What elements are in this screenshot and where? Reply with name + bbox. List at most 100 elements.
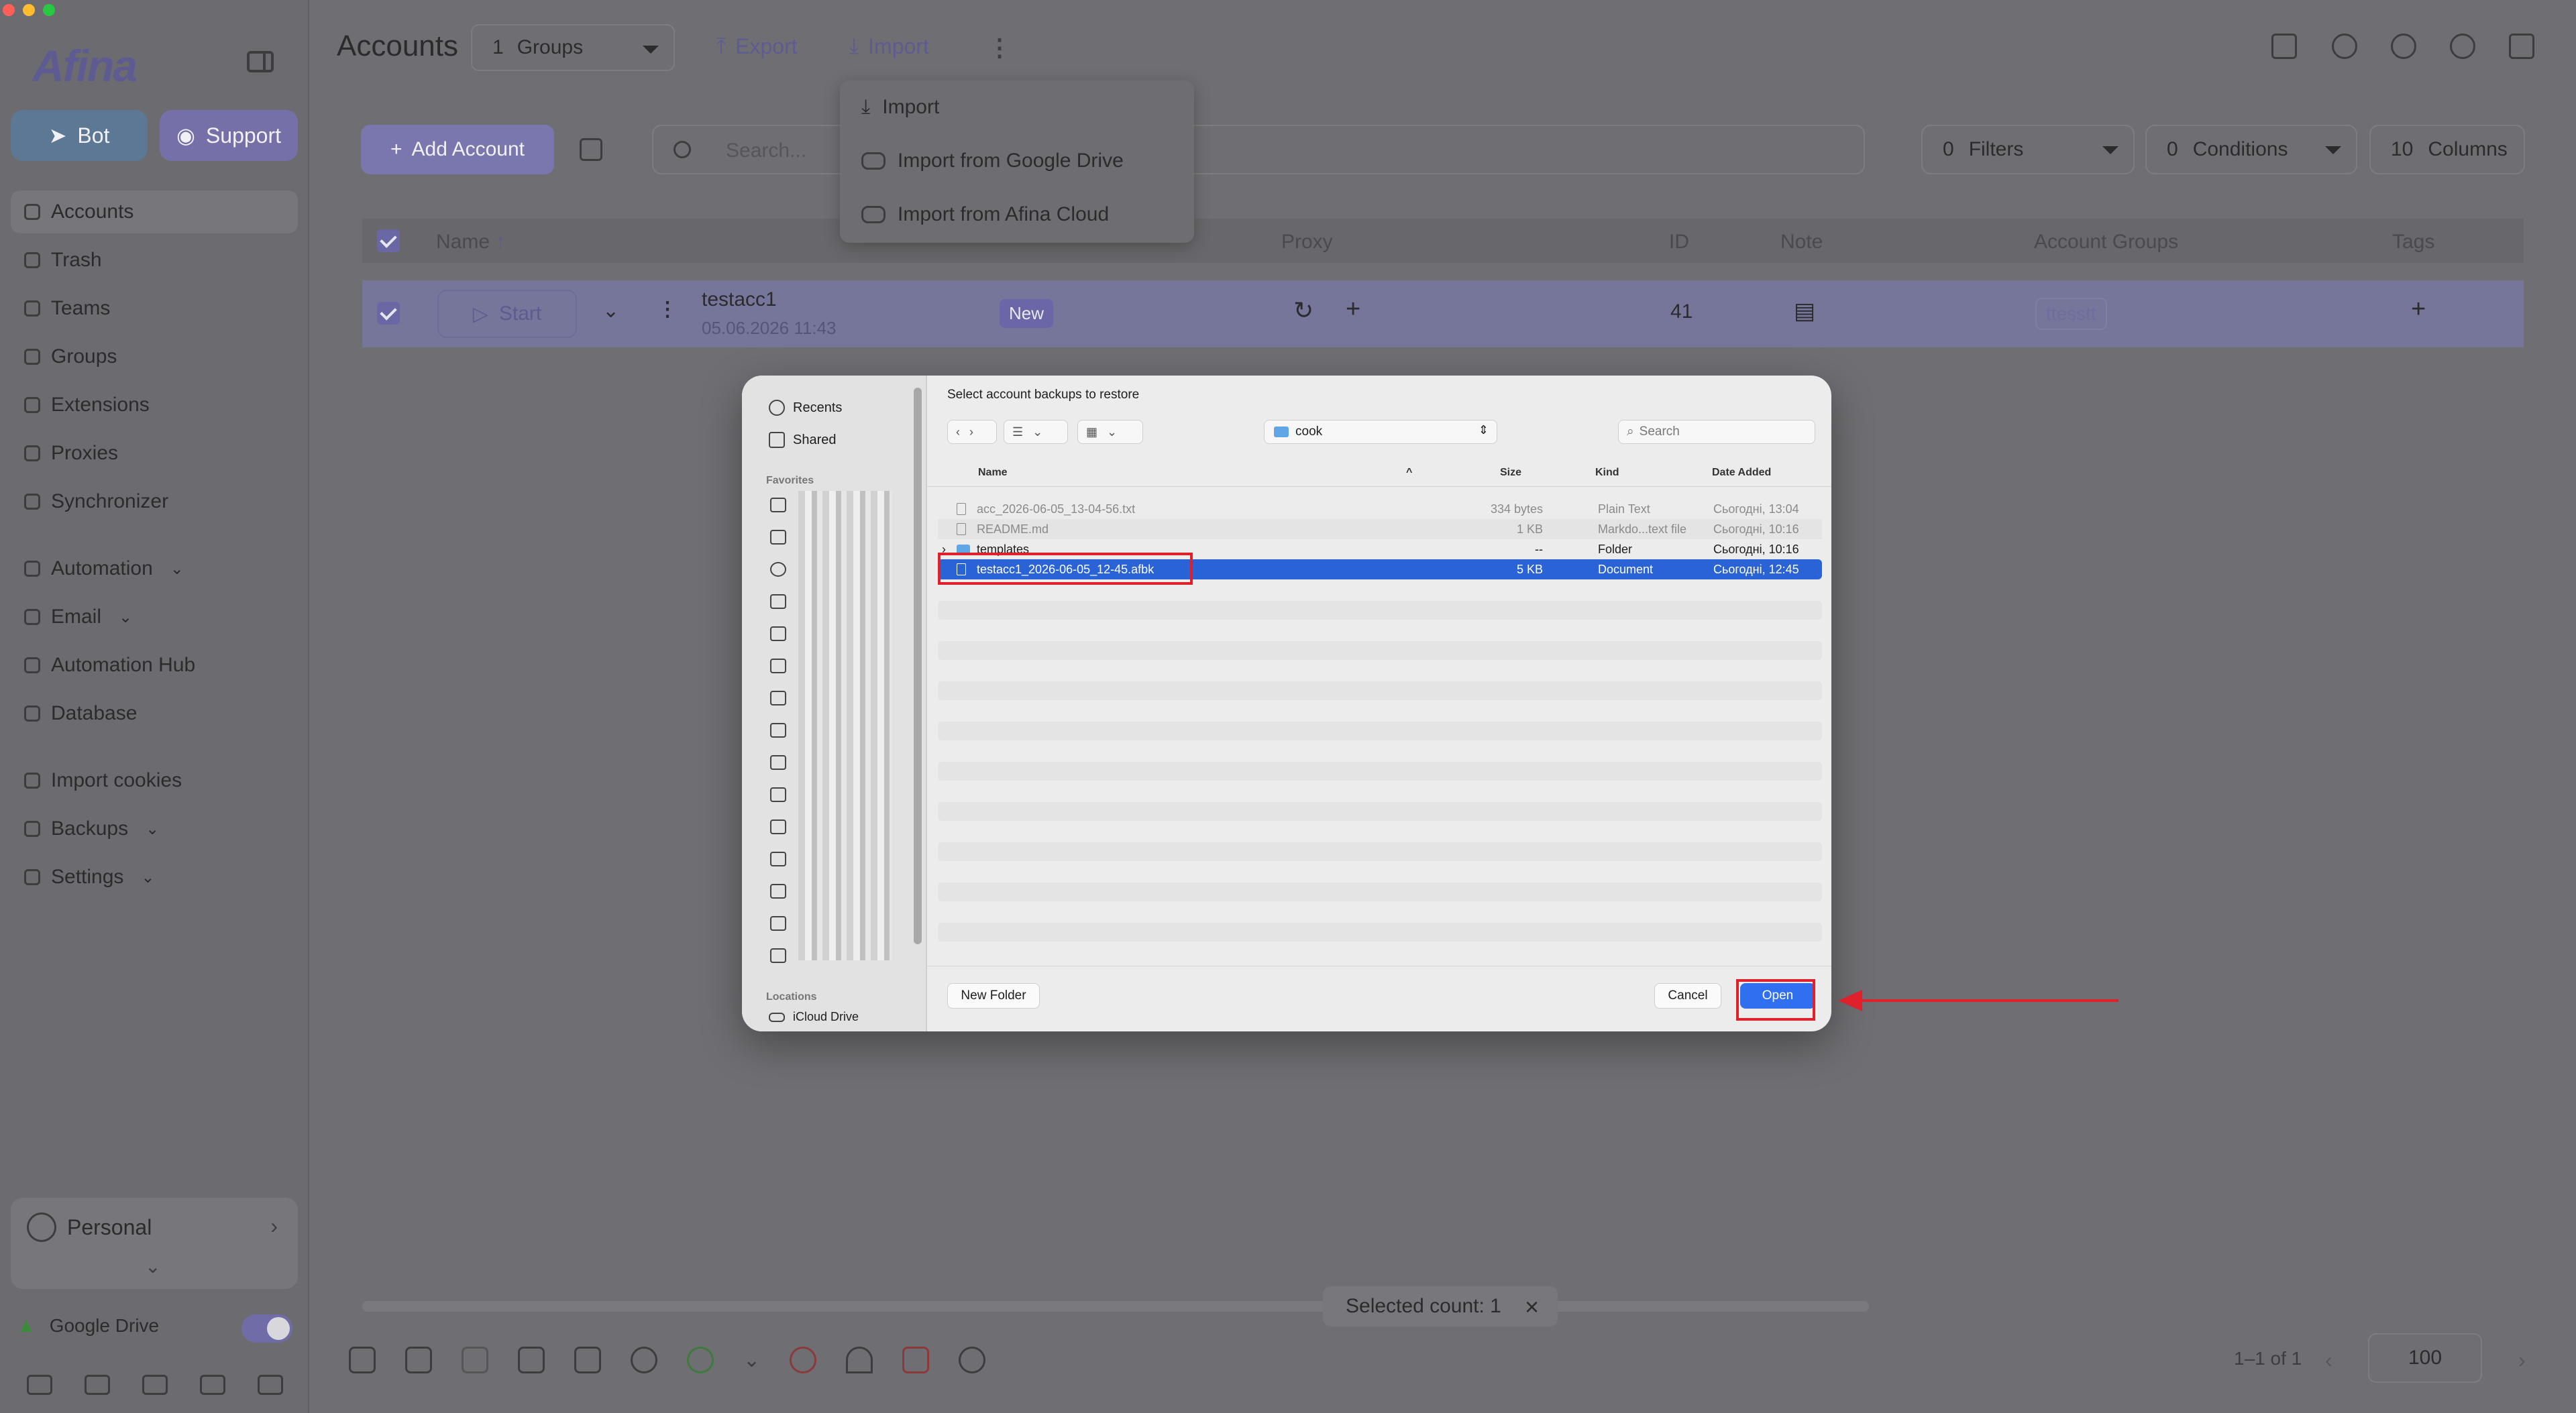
horizontal-scrollbar[interactable] <box>362 1301 1869 1312</box>
column-note[interactable]: Note <box>1780 231 1823 253</box>
sidebar-item-extensions[interactable]: Extensions <box>11 384 298 427</box>
folder-upload-icon[interactable] <box>142 1375 168 1395</box>
folder-icon[interactable] <box>770 948 786 963</box>
select-all-checkbox[interactable] <box>377 229 400 252</box>
zoom-window-button[interactable] <box>43 4 55 16</box>
chevron-down-icon[interactable]: ⌄ <box>145 1255 160 1278</box>
row-menu-icon[interactable]: ⋮ <box>657 298 678 321</box>
sidebar-item-email[interactable]: Email ⌄ <box>11 596 298 638</box>
groups-select[interactable]: 1 Groups <box>471 24 675 71</box>
sidebar-item-settings[interactable]: Settings ⌄ <box>11 856 298 899</box>
forward-icon[interactable]: › <box>969 425 973 439</box>
folder-icon[interactable] <box>770 852 786 866</box>
column-name[interactable]: Name <box>978 467 1008 479</box>
import-button[interactable]: ⤓ Import <box>849 34 929 59</box>
view-list-button[interactable]: ☰ ⌄ <box>1004 420 1068 444</box>
folder-icon[interactable] <box>770 787 786 802</box>
sidebar-shared[interactable]: Shared <box>769 432 837 448</box>
tag-icon[interactable] <box>2271 34 2297 59</box>
applications-icon[interactable] <box>770 626 786 641</box>
folder-icon[interactable] <box>770 916 786 931</box>
export-button[interactable]: ⤒ Export <box>716 34 798 59</box>
column-size[interactable]: Size <box>1500 467 1521 479</box>
refresh-proxy-icon[interactable]: ↻ <box>1293 296 1313 325</box>
sidebar-item-automation[interactable]: Automation ⌄ <box>11 547 298 590</box>
tag-icon[interactable] <box>349 1347 376 1373</box>
column-tags[interactable]: Tags <box>2392 231 2434 253</box>
support-button[interactable]: ◉ Support <box>160 110 298 161</box>
globe-icon[interactable] <box>2391 34 2416 59</box>
sidebar-item-database[interactable]: Database <box>11 692 298 735</box>
folder-icon[interactable] <box>770 819 786 834</box>
sidebar-item-groups[interactable]: Groups <box>11 335 298 378</box>
film-icon[interactable] <box>770 723 786 738</box>
sidebar-collapse-icon[interactable] <box>247 51 274 72</box>
close-window-button[interactable] <box>3 4 15 16</box>
workspace-switcher[interactable]: Personal › ⌄ <box>11 1198 298 1289</box>
cookie-icon[interactable] <box>631 1347 657 1373</box>
sidebar-item-synchronizer[interactable]: Synchronizer <box>11 480 298 523</box>
table-row[interactable]: ▷ Start ⌄ ⋮ testacc1 05.06.2026 11:43 Ne… <box>362 280 2524 347</box>
dialog-search-input[interactable]: ⌕ Search <box>1618 420 1815 444</box>
column-kind[interactable]: Kind <box>1595 467 1619 479</box>
bulk-add-icon[interactable] <box>580 138 602 161</box>
column-name[interactable]: Name ↑ <box>436 231 505 253</box>
chevron-down-icon[interactable]: ⌄ <box>743 1349 760 1372</box>
menu-item-import[interactable]: ⤓ Import <box>861 87 939 127</box>
prev-page-icon[interactable]: ‹ <box>2325 1348 2332 1373</box>
sidebar-item-accounts[interactable]: Accounts <box>11 190 298 233</box>
list-edit-icon[interactable] <box>518 1347 545 1373</box>
back-icon[interactable]: ‹ <box>956 425 960 439</box>
folder-select[interactable]: cook ⇕ <box>1264 420 1497 444</box>
sidebar-item-automation-hub[interactable]: Automation Hub <box>11 644 298 687</box>
download-icon[interactable] <box>770 562 786 577</box>
copy-icon[interactable] <box>574 1347 601 1373</box>
conditions-button[interactable]: 0 Conditions <box>2145 125 2357 174</box>
document-icon[interactable] <box>770 498 786 512</box>
chevron-down-icon[interactable]: ⌄ <box>602 299 619 323</box>
refresh-icon[interactable] <box>959 1347 986 1373</box>
add-account-button[interactable]: + Add Account <box>361 125 554 174</box>
file-row[interactable]: README.md 1 KB Markdo...text file Сьогод… <box>938 519 1822 539</box>
cancel-button[interactable]: Cancel <box>1654 983 1721 1009</box>
next-page-icon[interactable]: › <box>2518 1348 2526 1373</box>
building-icon[interactable] <box>770 659 786 673</box>
column-id[interactable]: ID <box>1669 231 1689 253</box>
columns-button[interactable]: 10 Columns <box>2369 125 2525 174</box>
filters-button[interactable]: 0 Filters <box>1921 125 2135 174</box>
clipboard-icon[interactable]: ▤ <box>1794 298 1815 325</box>
drive-icon[interactable] <box>770 594 786 609</box>
folder-download-icon[interactable] <box>200 1375 225 1395</box>
sidebar-icloud[interactable]: iCloud Drive <box>769 1010 859 1024</box>
folder-icon[interactable] <box>770 530 786 545</box>
music-icon[interactable] <box>770 755 786 770</box>
sidebar-item-proxies[interactable]: Proxies <box>11 432 298 475</box>
add-proxy-icon[interactable]: + <box>1346 295 1360 324</box>
photo-icon[interactable] <box>770 691 786 705</box>
cloud-download-icon[interactable] <box>85 1375 110 1395</box>
add-tag-icon[interactable]: + <box>2411 295 2426 324</box>
column-account-groups[interactable]: Account Groups <box>2034 231 2178 253</box>
search-input[interactable]: Search... <box>652 125 1865 174</box>
menu-item-import-afina-cloud[interactable]: Import from Afina Cloud <box>861 194 1109 235</box>
page-size-select[interactable]: 100 <box>2368 1333 2482 1383</box>
sidebar-item-backups[interactable]: Backups ⌄ <box>11 807 298 850</box>
sidebar-item-import-cookies[interactable]: Import cookies <box>11 759 298 802</box>
document-icon[interactable] <box>462 1347 488 1373</box>
users-icon[interactable] <box>405 1347 432 1373</box>
column-date-added[interactable]: Date Added <box>1712 467 1771 479</box>
google-drive-toggle[interactable] <box>241 1314 292 1343</box>
clear-selection-icon[interactable]: × <box>1525 1293 1539 1321</box>
sidebar-item-teams[interactable]: Teams <box>11 287 298 330</box>
sidebar-item-trash[interactable]: Trash <box>11 239 298 282</box>
gear-icon[interactable] <box>2450 34 2475 59</box>
trash-icon[interactable] <box>902 1347 930 1373</box>
row-checkbox[interactable] <box>377 302 400 325</box>
more-options-icon[interactable]: ⋮ <box>987 34 1012 62</box>
view-grid-button[interactable]: ▦ ⌄ <box>1077 420 1143 444</box>
folder-icon[interactable] <box>770 884 786 899</box>
menu-item-import-google-drive[interactable]: Import from Google Drive <box>861 141 1124 181</box>
back-forward-buttons[interactable]: ‹ › <box>947 420 997 444</box>
cloud-upload-icon[interactable] <box>27 1375 52 1395</box>
proxy-check-icon[interactable] <box>846 1347 873 1373</box>
